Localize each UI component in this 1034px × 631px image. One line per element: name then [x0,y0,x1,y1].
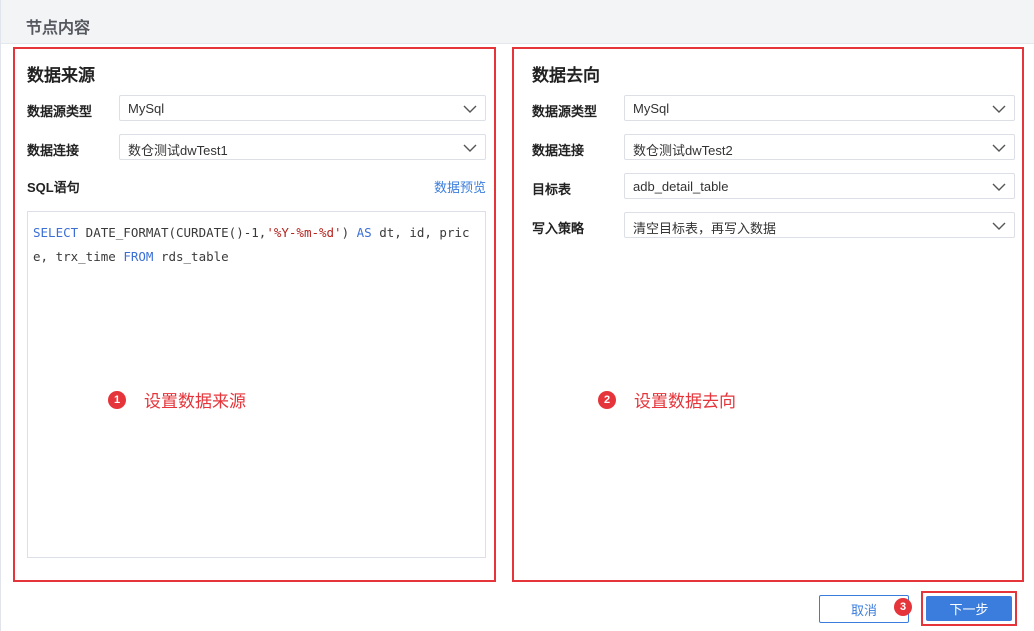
target-panel-title: 数据去向 [532,66,600,85]
chevron-down-icon [992,105,1006,113]
sql-text: rds_table [153,249,229,264]
sql-editor[interactable]: SELECT DATE_FORMAT(CURDATE()-1,'%Y-%m-%d… [27,211,486,558]
sql-keyword: SELECT [33,225,79,240]
sql-keyword: FROM [123,249,154,264]
annotation-text: 设置数据去向 [634,392,736,411]
target-type-value: MySql [633,101,670,116]
source-conn-label: 数据连接 [27,143,80,158]
annotation-source: 1 设置数据来源 [108,387,246,412]
target-conn-value: 数仓测试dwTest2 [633,143,733,158]
source-panel-title: 数据来源 [27,66,95,85]
step-badge: 1 [108,390,126,409]
sql-code[interactable]: SELECT DATE_FORMAT(CURDATE()-1,'%Y-%m-%d… [33,221,478,269]
next-button-highlight: 下一步 [921,591,1017,626]
target-table-select[interactable]: adb_detail_table [624,173,1015,199]
sql-label: SQL语句 [27,180,80,195]
sql-keyword: AS [356,225,372,240]
sql-text: DATE_FORMAT(CURDATE()-1, [78,225,267,240]
target-table-label: 目标表 [532,182,572,197]
target-conn-select[interactable]: 数仓测试dwTest2 [624,134,1015,160]
write-strategy-select[interactable]: 清空目标表，再写入数据 [624,212,1015,238]
target-conn-label: 数据连接 [532,143,585,158]
source-conn-select[interactable]: 数仓测试dwTest1 [119,134,486,160]
write-strategy-label: 写入策略 [532,221,585,236]
source-conn-value: 数仓测试dwTest1 [128,143,228,158]
annotation-target: 2 设置数据去向 [598,387,736,412]
chevron-down-icon [992,222,1006,230]
target-table-value: adb_detail_table [633,179,729,194]
step-badge: 3 [894,598,912,616]
write-strategy-value: 清空目标表，再写入数据 [633,221,777,236]
chevron-down-icon [463,105,477,113]
target-panel: 数据去向 数据源类型 MySql 数据连接 数仓测试dwTest2 目标表 ad… [512,47,1024,582]
sql-string: '%Y-%m-%d' [266,225,342,240]
chevron-down-icon [992,183,1006,191]
annotation-text: 设置数据来源 [144,392,246,411]
sql-text: ) [341,225,357,240]
node-content-dialog: 节点内容 数据来源 数据源类型 MySql 数据连接 数仓测试dwTest1 S… [0,0,1034,631]
source-panel: 数据来源 数据源类型 MySql 数据连接 数仓测试dwTest1 SQL语句 … [13,47,496,582]
data-preview-link[interactable]: 数据预览 [434,177,486,196]
source-type-label: 数据源类型 [27,104,93,119]
chevron-down-icon [463,144,477,152]
dialog-title: 节点内容 [26,20,91,37]
dialog-header: 节点内容 [1,0,1034,44]
chevron-down-icon [992,144,1006,152]
step-badge: 2 [598,390,616,409]
source-type-value: MySql [128,101,165,116]
next-button[interactable]: 下一步 [926,596,1012,621]
target-type-label: 数据源类型 [532,104,598,119]
target-type-select[interactable]: MySql [624,95,1015,121]
source-type-select[interactable]: MySql [119,95,486,121]
